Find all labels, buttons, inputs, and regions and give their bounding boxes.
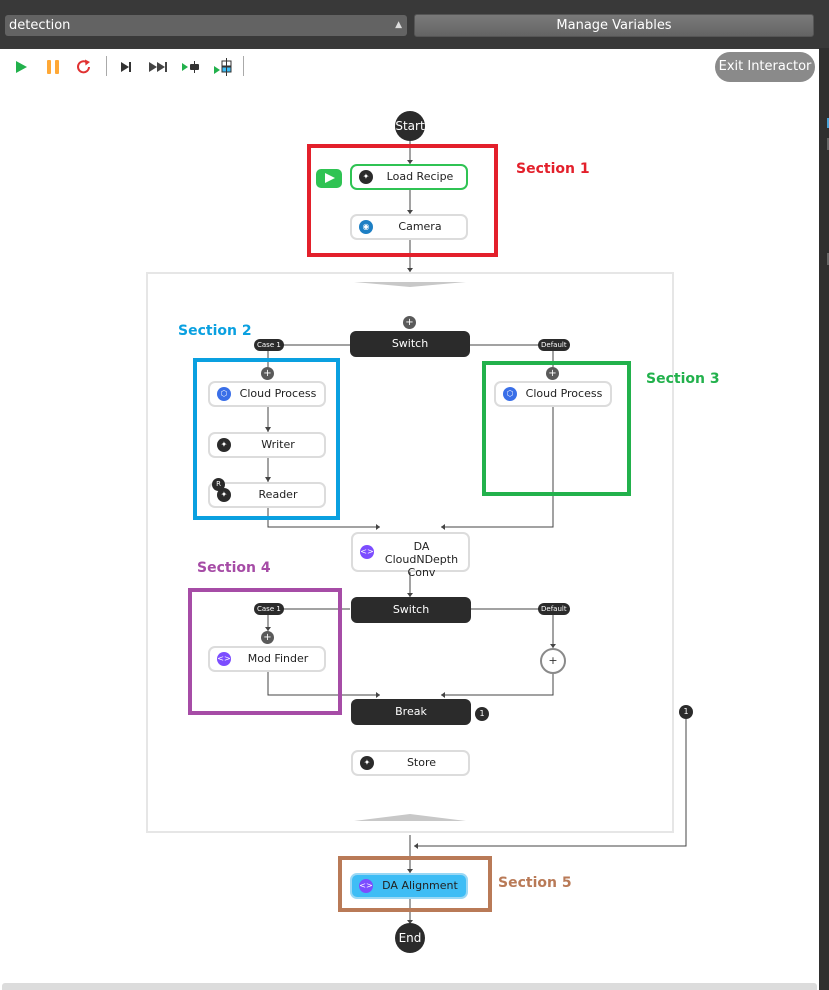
workflow-select-value: detection xyxy=(9,18,71,33)
node-switch-1[interactable]: Switch xyxy=(350,331,470,357)
loop-count-badge: 1 xyxy=(679,705,693,719)
start-node[interactable]: Start xyxy=(395,111,425,141)
run-to-selected-icon xyxy=(214,58,232,76)
break-count-badge: 1 xyxy=(475,707,489,721)
select-arrows-icon: ▲ xyxy=(395,20,402,30)
node-switch-2[interactable]: Switch xyxy=(351,597,471,623)
step-button[interactable] xyxy=(115,57,137,77)
toolbar-separator xyxy=(106,56,107,76)
run-to-node-icon xyxy=(182,61,199,73)
run-to-node-button[interactable] xyxy=(180,57,202,77)
restart-icon xyxy=(77,59,90,74)
horizontal-scrollbar[interactable] xyxy=(2,983,817,990)
tool-icon: ✦ xyxy=(360,756,374,770)
add-case-button[interactable]: + xyxy=(403,316,416,329)
play-icon xyxy=(16,61,27,73)
node-store[interactable]: ✦ Store xyxy=(351,750,470,776)
section-4-box xyxy=(188,588,342,715)
step-icon xyxy=(121,62,131,72)
section-1-box xyxy=(307,144,498,257)
node-label: DA CloudNDepth Conv xyxy=(379,540,464,579)
section-3-label: Section 3 xyxy=(646,371,720,387)
default-pill[interactable]: Default xyxy=(538,603,570,615)
node-da-cloudndepth-conv[interactable]: <> DA CloudNDepth Conv xyxy=(351,532,470,579)
node-break[interactable]: Break xyxy=(351,699,471,725)
section-4-label: Section 4 xyxy=(197,560,271,576)
section-5-label: Section 5 xyxy=(498,875,572,891)
fast-forward-icon xyxy=(149,62,167,72)
run-button[interactable] xyxy=(10,57,32,77)
node-label: Store xyxy=(406,756,437,769)
run-to-selected-button[interactable] xyxy=(212,57,234,77)
default-pill[interactable]: Default xyxy=(538,339,570,351)
top-bar: detection ▲ Manage Variables xyxy=(0,0,829,48)
fast-forward-button[interactable] xyxy=(147,57,169,77)
manage-variables-button[interactable]: Manage Variables xyxy=(414,14,814,37)
pause-icon xyxy=(47,60,59,74)
section-1-label: Section 1 xyxy=(516,161,590,177)
pause-button[interactable] xyxy=(42,57,64,77)
add-node-ring-button[interactable]: + xyxy=(540,648,566,674)
right-panel-edge xyxy=(819,48,829,990)
code-icon: <> xyxy=(360,545,374,559)
toolbar-separator xyxy=(243,56,244,76)
exit-interactor-button[interactable]: Exit Interactor xyxy=(715,52,815,82)
case-1-pill[interactable]: Case 1 xyxy=(254,339,284,351)
section-2-box xyxy=(193,358,340,520)
section-3-box xyxy=(482,361,631,496)
debug-toolbar xyxy=(0,49,819,85)
section-5-box xyxy=(338,856,492,912)
end-node[interactable]: End xyxy=(395,923,425,953)
workflow-select[interactable]: detection ▲ xyxy=(5,15,407,36)
section-2-label: Section 2 xyxy=(178,323,252,339)
node-label-line2: Conv xyxy=(407,566,436,579)
restart-button[interactable] xyxy=(73,57,95,77)
node-label-line1: DA CloudNDepth xyxy=(384,540,459,566)
